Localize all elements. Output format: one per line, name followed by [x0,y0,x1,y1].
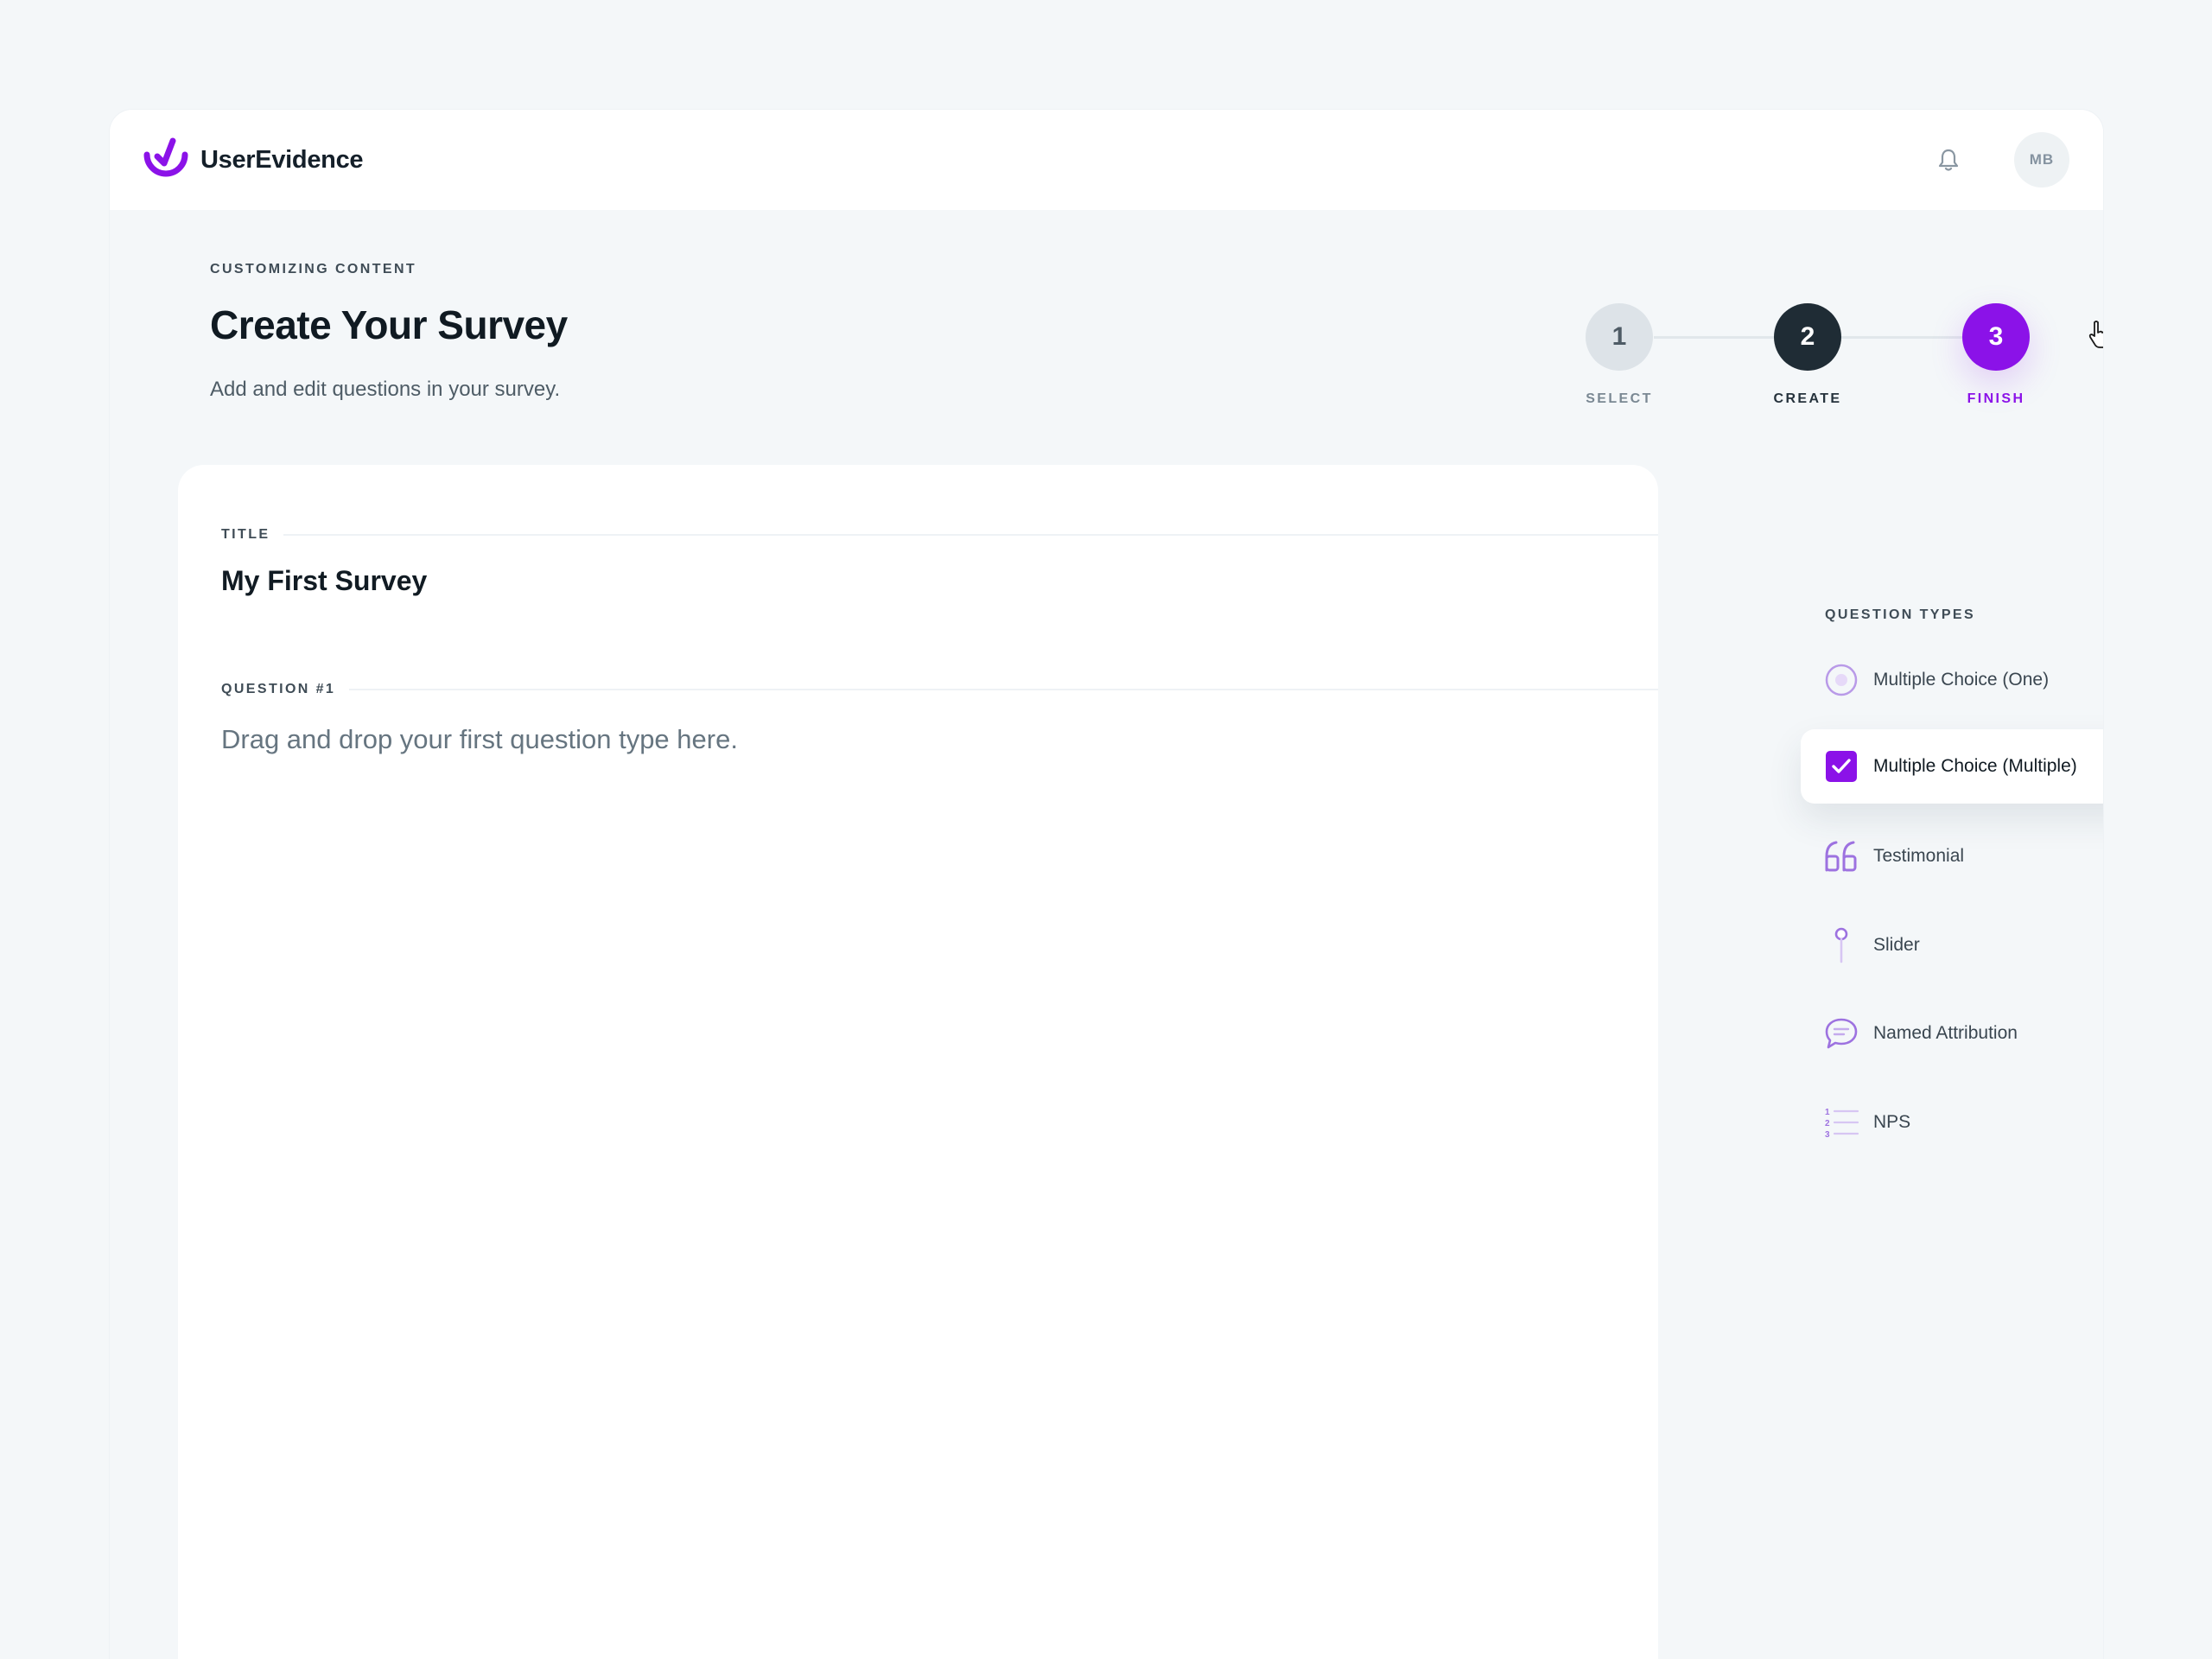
question-type-testimonial[interactable]: Testimonial [1801,819,2103,893]
question-type-multiple-choice-one[interactable]: Multiple Choice (One) [1801,643,2103,717]
brand-logo[interactable]: UserEvidence [143,137,364,182]
title-label-text: TITLE [221,527,270,542]
survey-editor-panel: TITLE My First Survey QUESTION #1 Drag a… [178,465,1658,1659]
app-window: UserEvidence MB CUSTOMIZING CONTENT Crea… [110,110,2103,1659]
step-label: SELECT [1586,391,1653,406]
step-create[interactable]: 2 CREATE [1747,303,1868,407]
title-field-label: TITLE [221,527,1658,543]
question-type-label: Multiple Choice (Multiple) [1873,756,2077,776]
hand-cursor-icon [2088,321,2103,348]
question-type-label: Named Attribution [1873,1023,2018,1043]
svg-text:2: 2 [1825,1119,1830,1128]
slider-icon [1823,927,1859,963]
step-number: 3 [1962,303,2030,371]
step-label: CREATE [1773,391,1842,406]
step-select[interactable]: 1 SELECT [1559,303,1680,407]
progress-stepper: 1 SELECT 2 CREATE 3 FINISH [1559,303,2103,407]
step-number: 2 [1774,303,1841,371]
question-type-label: NPS [1873,1112,1911,1132]
survey-title-input[interactable]: My First Survey [221,565,427,597]
step-number: 1 [1586,303,1653,371]
question-type-slider[interactable]: Slider [1801,908,2103,982]
page-eyebrow: CUSTOMIZING CONTENT [210,262,417,276]
question-types-heading: QUESTION TYPES [1825,607,1976,622]
radio-icon [1823,662,1859,698]
question-type-label: Slider [1873,935,1920,955]
page-subtitle: Add and edit questions in your survey. [210,378,561,401]
user-avatar[interactable]: MB [2014,132,2069,188]
question-type-nps[interactable]: 1 2 3 NPS [1801,1085,2103,1160]
question-type-label: Testimonial [1873,846,1965,866]
brand-name: UserEvidence [200,145,364,174]
notifications-bell-icon[interactable] [1935,146,1962,174]
checkbox-icon [1823,748,1859,785]
page-title: Create Your Survey [210,302,568,347]
divider [349,689,1658,690]
step-label: FINISH [1967,391,2025,406]
question-type-multiple-choice-multiple[interactable]: Multiple Choice (Multiple) [1801,729,2103,804]
top-navigation-bar: UserEvidence MB [110,110,2103,210]
question-type-named-attribution[interactable]: Named Attribution [1801,996,2103,1071]
step-finish[interactable]: 3 FINISH [1936,303,2056,407]
svg-text:3: 3 [1825,1130,1830,1140]
question-drop-zone[interactable]: Drag and drop your first question type h… [221,724,738,755]
svg-text:1: 1 [1825,1108,1830,1117]
divider [283,534,1658,536]
quote-icon [1823,838,1859,874]
question-label-text: QUESTION #1 [221,682,336,696]
speech-bubble-icon [1823,1015,1859,1052]
numbered-list-icon: 1 2 3 [1823,1104,1859,1141]
logo-icon [143,137,188,177]
question-type-label: Multiple Choice (One) [1873,670,2050,690]
question-field-label: QUESTION #1 [221,682,1658,697]
